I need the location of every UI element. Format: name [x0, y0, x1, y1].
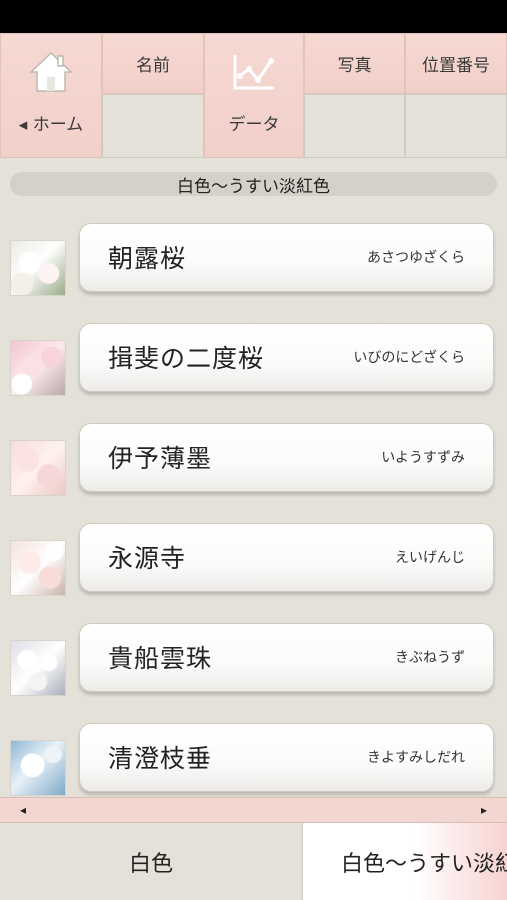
- position-number-tab-lower: [405, 94, 507, 158]
- item-card[interactable]: 伊予薄墨 いようすずみ: [79, 423, 494, 492]
- item-card[interactable]: 朝露桜 あさつゆざくら: [79, 223, 494, 292]
- top-nav: ◂ ホーム 名前 データ 写真 位置番号: [0, 33, 507, 158]
- cultivar-name: 貴船雲珠: [108, 644, 213, 673]
- app-screen: ◂ ホーム 名前 データ 写真 位置番号 白色～うすい淡紅色 朝露桜 あさつゆざ…: [0, 33, 507, 900]
- home-tab-label: ◂ ホーム: [18, 115, 84, 135]
- cultivar-reading: きぶねうず: [395, 650, 465, 666]
- photo-tab-label: 写真: [337, 56, 372, 76]
- cultivar-reading: きよすみしだれ: [367, 750, 465, 766]
- section-header: 白色～うすい淡紅色: [10, 172, 497, 197]
- cultivar-name: 揖斐の二度桜: [108, 344, 265, 373]
- name-tab-lower: [102, 94, 204, 158]
- cultivar-name: 永源寺: [108, 544, 187, 573]
- position-number-tab[interactable]: 位置番号: [405, 33, 507, 94]
- scroll-right-icon[interactable]: ▸: [481, 798, 487, 822]
- photo-tab[interactable]: 写真: [304, 33, 405, 94]
- list-item[interactable]: 揖斐の二度桜 いびのにどざくら: [0, 323, 507, 423]
- flower-thumbnail: [10, 440, 66, 496]
- flower-thumbnail: [10, 240, 66, 296]
- category-tabs: 白色 白色～うすい淡紅色: [0, 823, 507, 900]
- cultivar-name: 清澄枝垂: [108, 744, 213, 773]
- name-tab-label: 名前: [136, 56, 170, 76]
- data-tab[interactable]: データ: [204, 33, 304, 158]
- data-tab-label: データ: [228, 115, 280, 135]
- cultivar-name: 朝露桜: [108, 244, 187, 273]
- category-tab-white[interactable]: 白色: [0, 823, 303, 900]
- flower-thumbnail: [10, 340, 66, 396]
- cultivar-reading: いびのにどざくら: [353, 350, 465, 366]
- cultivar-reading: えいげんじ: [395, 550, 465, 566]
- item-card[interactable]: 揖斐の二度桜 いびのにどざくら: [79, 323, 494, 392]
- name-tab[interactable]: 名前: [102, 33, 204, 94]
- list-item[interactable]: 伊予薄墨 いようすずみ: [0, 423, 507, 523]
- position-number-tab-label: 位置番号: [422, 56, 490, 76]
- cultivar-name: 伊予薄墨: [108, 444, 213, 473]
- flower-thumbnail: [10, 540, 66, 596]
- horizontal-scrollbar[interactable]: ◂ ▸: [0, 797, 507, 823]
- item-card[interactable]: 貴船雲珠 きぶねうず: [79, 623, 494, 692]
- cultivar-reading: いようすずみ: [381, 450, 465, 466]
- home-tab[interactable]: ◂ ホーム: [0, 33, 102, 158]
- list-item[interactable]: 朝露桜 あさつゆざくら: [0, 223, 507, 323]
- photo-tab-lower: [304, 94, 405, 158]
- list-item[interactable]: 貴船雲珠 きぶねうず: [0, 623, 507, 723]
- category-tab-pale-pink[interactable]: 白色～うすい淡紅色: [303, 823, 507, 900]
- flower-thumbnail: [10, 740, 66, 796]
- chart-icon: [231, 48, 277, 96]
- scroll-left-icon[interactable]: ◂: [20, 798, 26, 822]
- cultivar-reading: あさつゆざくら: [367, 250, 465, 266]
- item-card[interactable]: 清澄枝垂 きよすみしだれ: [79, 723, 494, 792]
- home-icon: [28, 48, 74, 96]
- list-item[interactable]: 永源寺 えいげんじ: [0, 523, 507, 623]
- flower-thumbnail: [10, 640, 66, 696]
- status-bar: [0, 0, 507, 33]
- item-card[interactable]: 永源寺 えいげんじ: [79, 523, 494, 592]
